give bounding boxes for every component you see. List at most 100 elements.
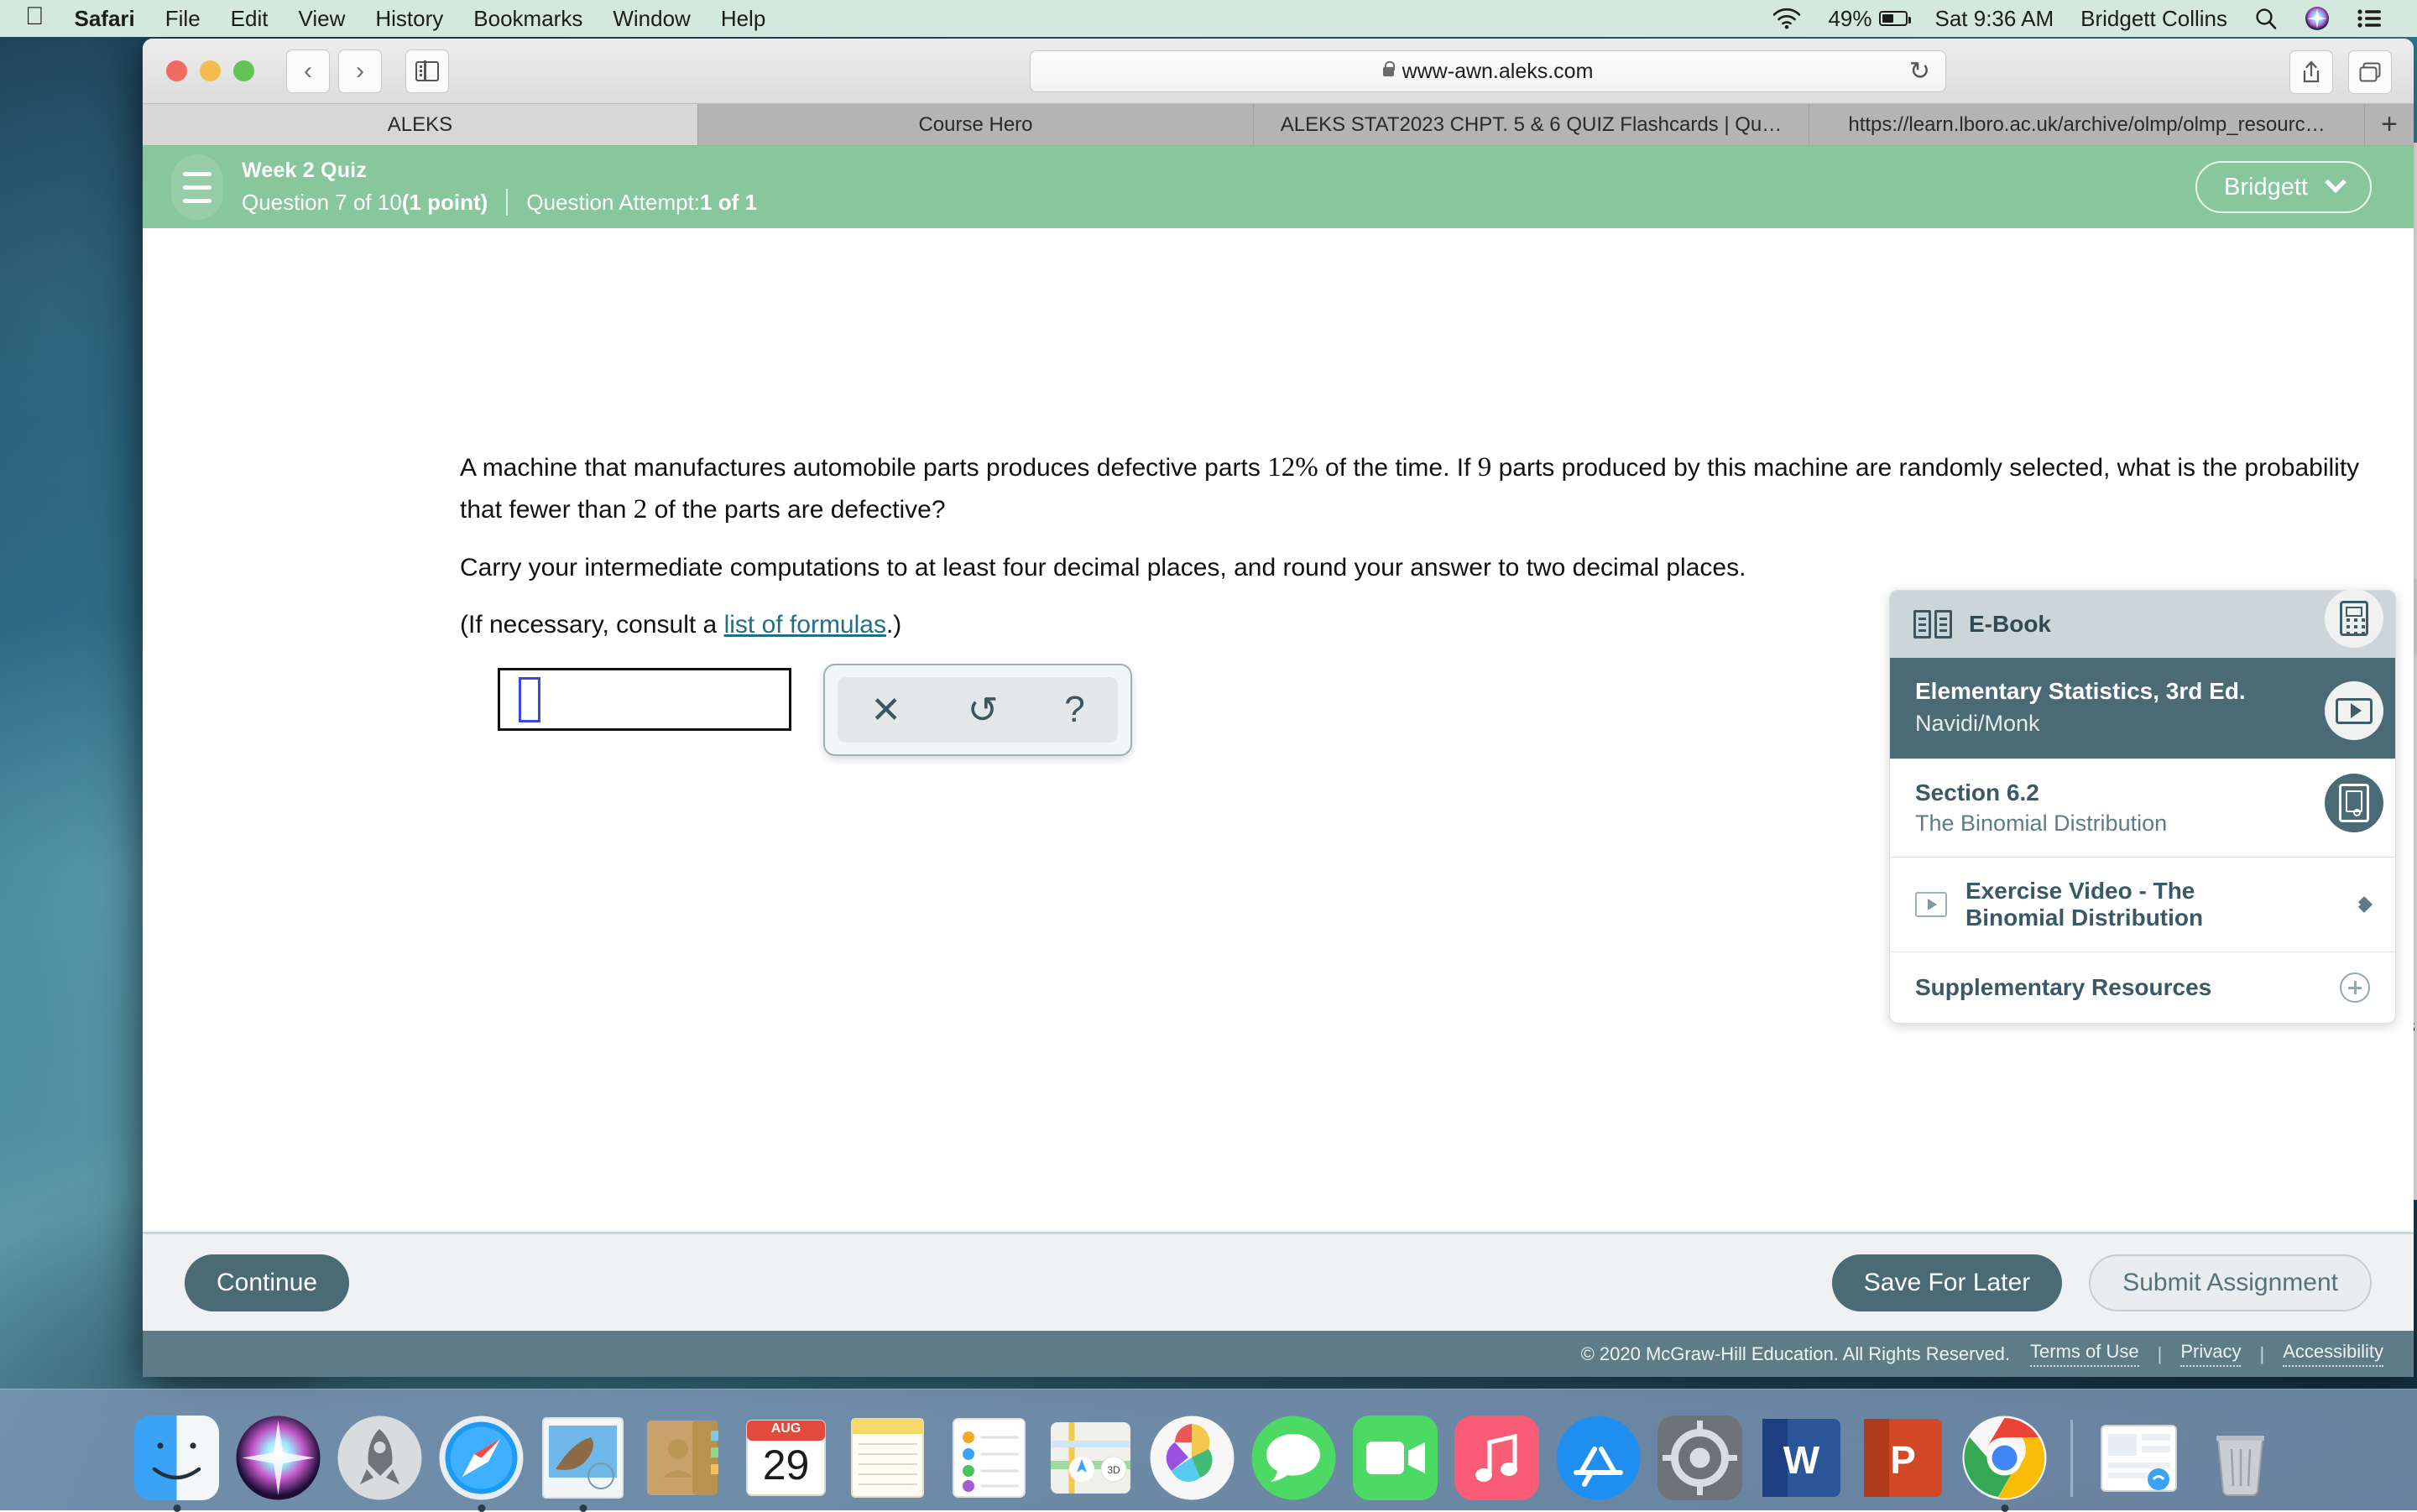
text-caret [519,677,540,722]
book-title: Elementary Statistics, 3rd Ed. [1915,678,2370,705]
menu-item-file[interactable]: File [150,6,216,32]
q1-seg-b: of the time. If [1318,454,1478,482]
attempt-value: 1 of 1 [700,190,757,216]
calculator-icon [2340,601,2368,636]
appstore-icon[interactable] [1554,1414,1642,1502]
action-bar: Continue Save For Later Submit Assignmen… [143,1232,2414,1331]
facetime-icon[interactable] [1351,1414,1439,1502]
search-icon[interactable] [2241,7,2291,30]
footer-separator: | [2158,1343,2163,1365]
browser-tab-3[interactable]: https://learn.lboro.ac.uk/archive/olmp/o… [1809,104,2365,145]
address-bar[interactable]: www-awn.aleks.com ↻ [1030,50,1946,92]
user-menu-label: Bridgett [2224,174,2308,201]
control-center-icon[interactable] [2343,8,2395,29]
page-footer: © 2020 McGraw-Hill Education. All Rights… [143,1331,2414,1377]
terms-of-use-link[interactable]: Terms of Use [2030,1341,2139,1367]
menu-item-view[interactable]: View [283,6,360,32]
powerpoint-icon[interactable]: P [1859,1414,1947,1502]
submit-assignment-button[interactable]: Submit Assignment [2089,1254,2372,1311]
question-paragraph-2: Carry your intermediate computations to … [460,549,2365,587]
music-icon[interactable] [1453,1414,1541,1502]
menu-item-bookmarks[interactable]: Bookmarks [458,6,598,32]
help-button[interactable]: ? [1064,689,1084,731]
menu-item-window[interactable]: Window [598,6,705,32]
q3-seg-a: (If necessary, consult a [460,611,724,639]
browser-tab-0[interactable]: ALEKS [143,104,698,145]
maximize-window-button[interactable] [233,60,254,81]
browser-tab-bar: ALEKS Course Hero ALEKS STAT2023 CHPT. 5… [143,104,2414,146]
minimize-window-button[interactable] [200,60,221,81]
ebook-row-section[interactable]: Section 6.2 The Binomial Distribution [1890,759,2395,857]
safari-icon[interactable] [437,1414,525,1502]
menubar-clock[interactable]: Sat 9:36 AM [1921,6,2067,32]
video-title: Exercise Video - The Binomial Distributi… [1965,878,2242,931]
ebook-row-supplementary[interactable]: Supplementary Resources [1890,952,2395,1023]
list-of-formulas-link[interactable]: list of formulas [724,611,886,639]
continue-button[interactable]: Continue [185,1254,349,1311]
hamburger-menu-icon[interactable] [171,154,223,220]
tab-label: Course Hero [918,113,1032,137]
notes-icon[interactable] [843,1414,932,1502]
chrome-icon[interactable] [1960,1414,2049,1502]
calendar-icon[interactable]: AUG 29 [742,1414,830,1502]
contacts-icon[interactable] [640,1414,728,1502]
ebook-panel-title: E-Book [1969,611,2051,638]
user-menu-button[interactable]: Bridgett [2195,161,2372,213]
video-button[interactable] [2325,681,2383,740]
preview-icon[interactable] [2095,1414,2183,1502]
calculator-button[interactable] [2325,589,2383,648]
wifi-icon[interactable] [1759,8,1814,29]
privacy-link[interactable]: Privacy [2180,1341,2241,1367]
siri-icon[interactable] [234,1414,322,1502]
menu-item-safari[interactable]: Safari [60,6,150,32]
header-divider [506,189,508,216]
menubar-user-name[interactable]: Bridgett Collins [2067,6,2241,32]
sidebar-toggle-button[interactable] [405,50,449,93]
answer-input[interactable] [498,668,791,731]
reload-icon[interactable]: ↻ [1909,57,1930,86]
new-tab-button[interactable]: + [2365,104,2414,145]
browser-tab-2[interactable]: ALEKS STAT2023 CHPT. 5 & 6 QUIZ Flashcar… [1254,104,1809,145]
menu-item-history[interactable]: History [360,6,458,32]
siri-icon[interactable] [2291,6,2343,31]
launchpad-icon[interactable] [336,1414,424,1502]
menu-item-edit[interactable]: Edit [216,6,284,32]
lock-icon [1383,67,1394,76]
trash-icon[interactable] [2196,1414,2284,1502]
finder-icon[interactable] [133,1414,221,1502]
section-subtitle: The Binomial Distribution [1915,811,2167,837]
clear-button[interactable]: ✕ [870,689,901,732]
maps-icon[interactable]: 3D [1047,1414,1135,1502]
undo-button[interactable]: ↺ [968,689,999,732]
chevron-right-bold-icon [2356,896,2373,913]
calendar-day: 29 [742,1444,830,1486]
ebook-button[interactable] [2325,774,2383,832]
close-window-button[interactable] [166,60,187,81]
ebook-panel-header: E-Book ✕ [1890,591,2395,658]
battery-status[interactable]: 49% [1814,6,1921,32]
running-indicator [579,1504,587,1512]
photos-icon[interactable] [1148,1414,1236,1502]
safari-toolbar: ‹ › www-awn.aleks.com ↻ [143,39,2414,104]
battery-icon [1879,11,1908,26]
ebook-current-book[interactable]: Elementary Statistics, 3rd Ed. Navidi/Mo… [1890,658,2395,759]
reminders-icon[interactable] [945,1414,1033,1502]
mail-icon[interactable] [539,1414,627,1502]
accessibility-link[interactable]: Accessibility [2283,1341,2383,1367]
tabs-overview-icon[interactable] [2348,50,2392,94]
book-authors: Navidi/Monk [1915,711,2370,737]
ebook-row-video[interactable]: Exercise Video - The Binomial Distributi… [1890,857,2395,952]
running-indicator [2001,1504,2008,1512]
menu-item-help[interactable]: Help [706,6,780,32]
messages-icon[interactable] [1250,1414,1338,1502]
save-for-later-button[interactable]: Save For Later [1832,1254,2062,1311]
back-button[interactable]: ‹ [286,50,330,93]
browser-tab-1[interactable]: Course Hero [698,104,1254,145]
forward-button[interactable]: › [338,50,382,93]
svg-text:3D: 3D [1107,1464,1120,1476]
word-icon[interactable]: W [1757,1414,1845,1502]
share-icon[interactable] [2289,50,2333,94]
url-text: www-awn.aleks.com [1402,60,1594,84]
apple-logo-icon[interactable]:  [25,4,60,29]
system-preferences-icon[interactable] [1656,1414,1744,1502]
